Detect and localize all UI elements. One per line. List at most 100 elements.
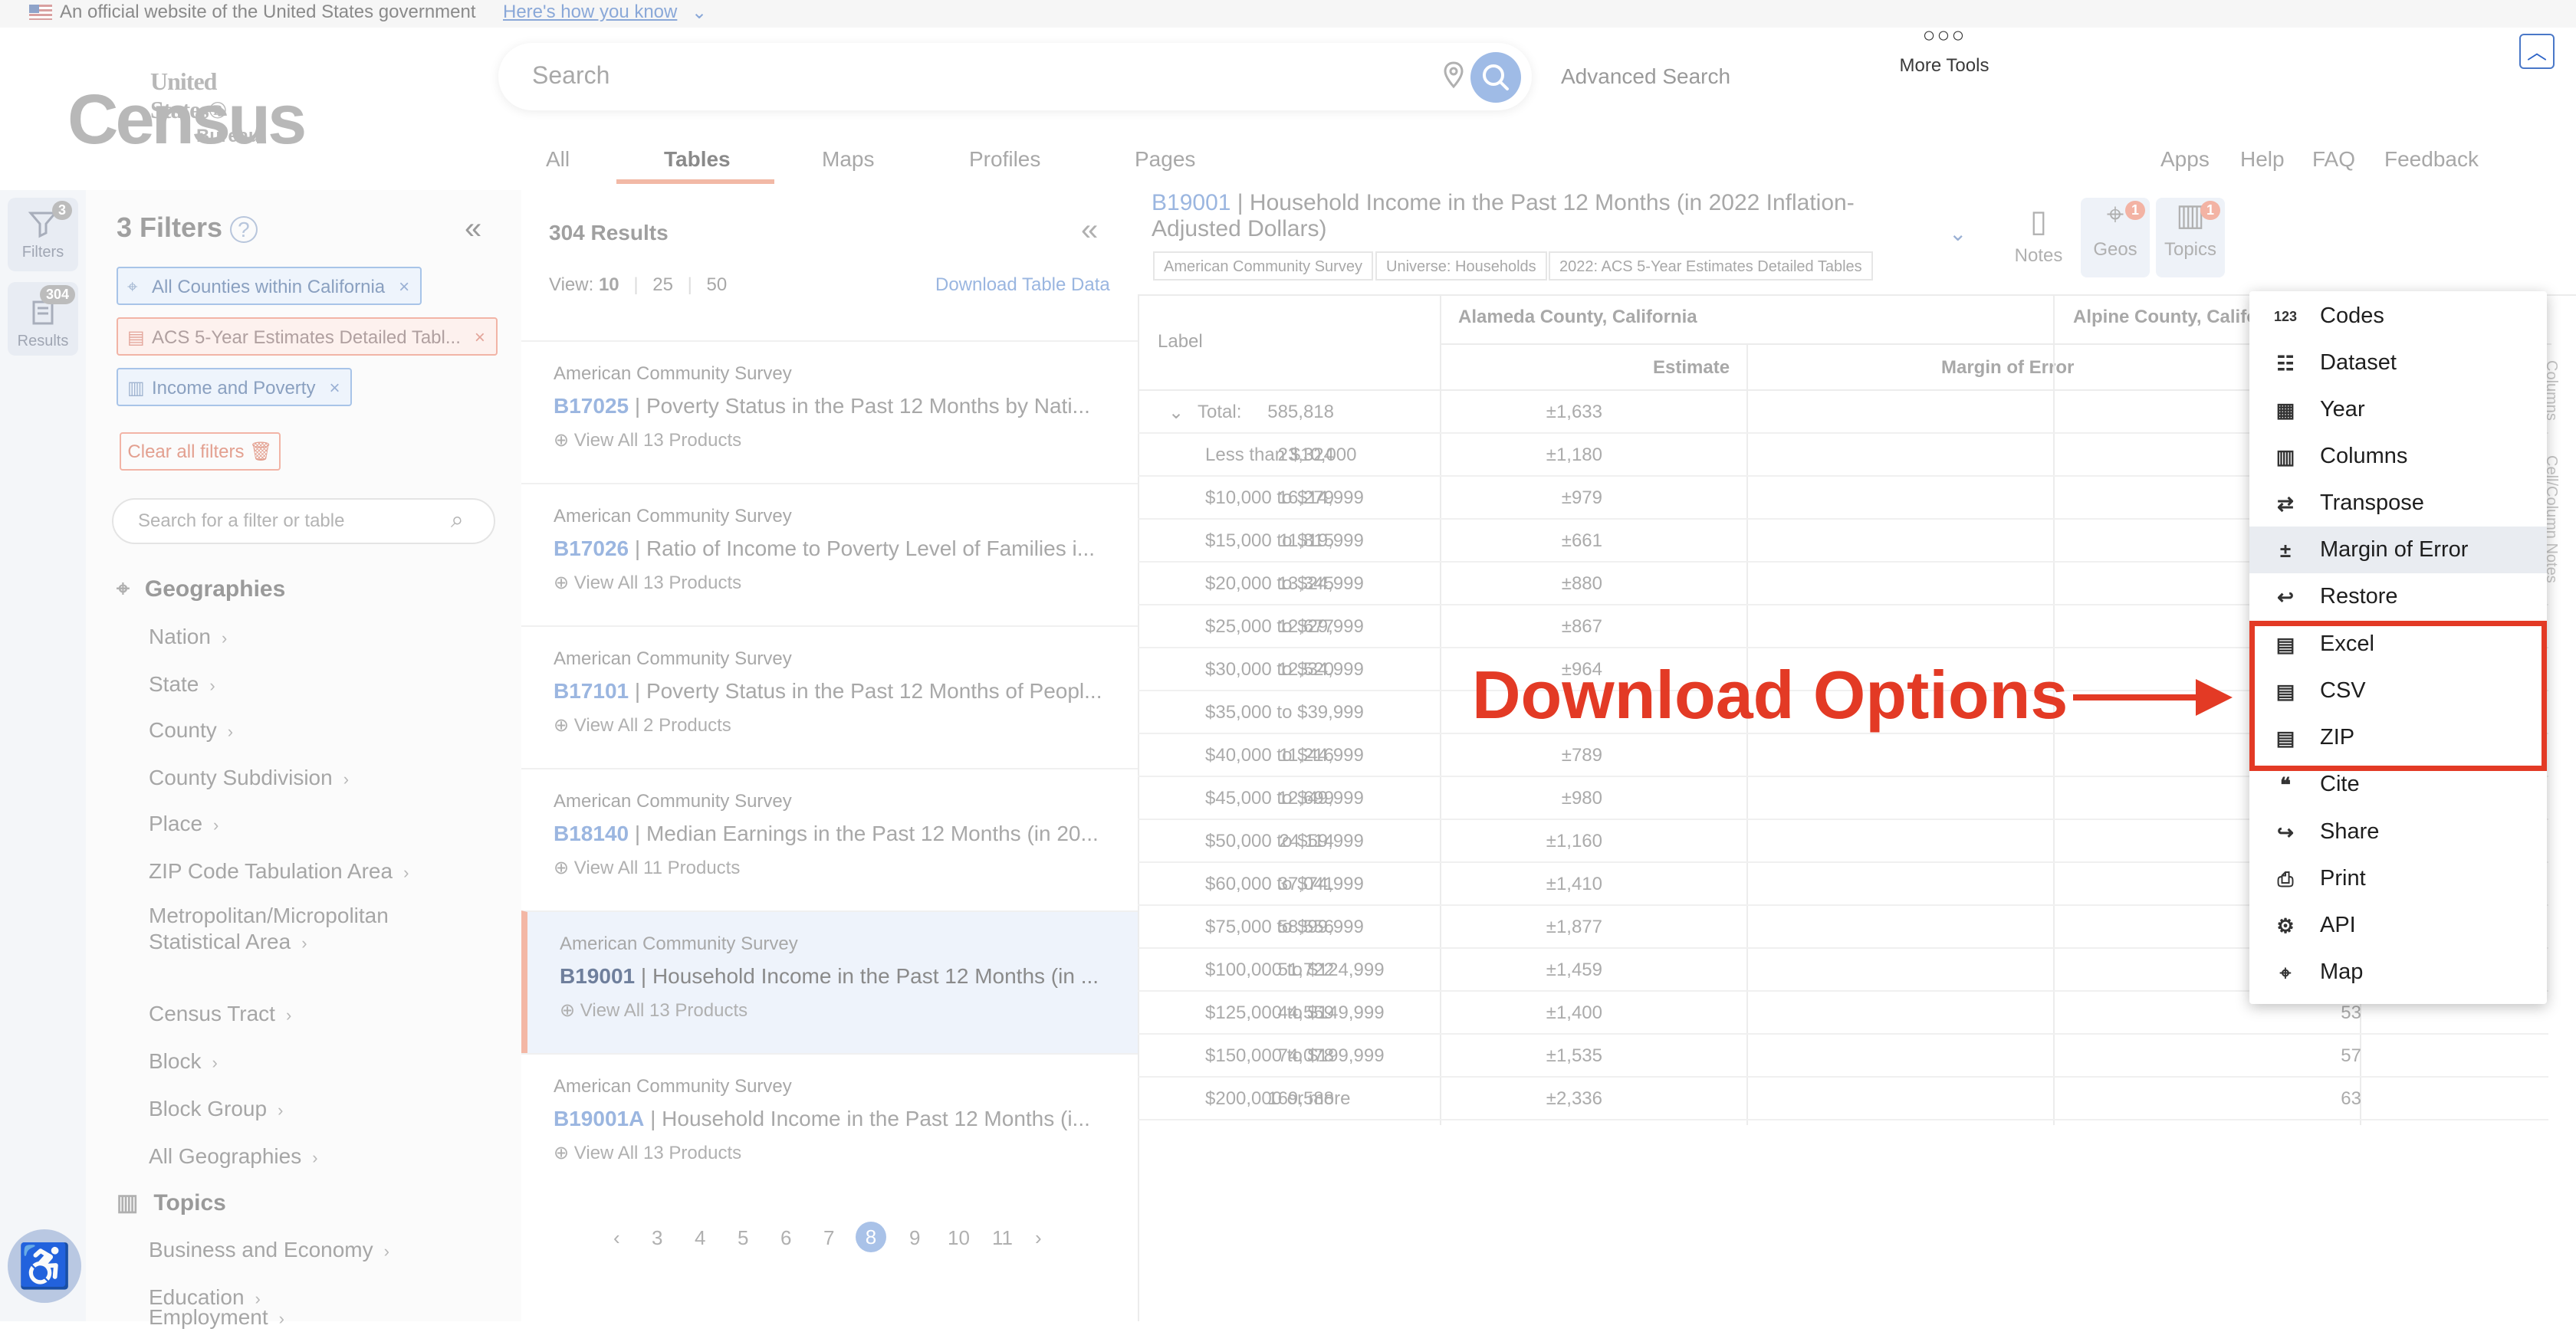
result-card-selected[interactable]: American Community Survey B19001 | House… (521, 910, 1138, 1053)
page-link[interactable]: 10 (948, 1226, 970, 1250)
menu-item-codes[interactable]: 123 Codes (2249, 293, 2547, 340)
menu-item-share[interactable]: ↪ Share (2249, 809, 2547, 855)
table-row[interactable]: $200,000 or more 169,588 ±2,336 63 (1138, 1078, 2548, 1120)
results-rail-button[interactable]: Results 304 (8, 282, 78, 356)
tab-maps[interactable]: Maps (822, 147, 874, 172)
geo-item-place[interactable]: Place › (149, 811, 219, 838)
tab-tables[interactable]: Tables (664, 147, 731, 172)
page-link[interactable]: 5 (738, 1226, 748, 1250)
result-card[interactable]: American Community Survey B19001A | Hous… (521, 1053, 1138, 1196)
page-link[interactable]: 3 (652, 1226, 662, 1250)
view-all-products-link[interactable]: ⊕ View All 13 Products (554, 1142, 741, 1164)
current-page[interactable]: 8 (856, 1222, 886, 1252)
notes-button[interactable]: ▯ Notes (2004, 204, 2073, 267)
chevron-down-icon[interactable]: ⌄ (692, 2, 707, 24)
remove-chip-icon[interactable]: × (475, 327, 485, 348)
topic-item-business[interactable]: Business and Economy › (149, 1237, 389, 1265)
feedback-link[interactable]: Feedback (2384, 147, 2479, 172)
result-title[interactable]: B19001 | Household Income in the Past 12… (560, 964, 1127, 989)
menu-item-api[interactable]: ⚙ API (2249, 902, 2547, 949)
tab-all[interactable]: All (546, 147, 570, 172)
faq-link[interactable]: FAQ (2312, 147, 2355, 172)
topics-heading[interactable]: ▥ Topics (117, 1189, 226, 1216)
menu-item-map[interactable]: ⌖ Map (2249, 949, 2547, 996)
geo-item-county-subdivision[interactable]: County Subdivision › (149, 765, 349, 792)
remove-chip-icon[interactable]: × (399, 277, 409, 297)
geo-item-census-tract[interactable]: Census Tract › (149, 1001, 291, 1029)
filter-chip-dataset[interactable]: ▤ ACS 5-Year Estimates Detailed Tabl... × (117, 317, 498, 356)
prev-page-icon[interactable]: ‹ (613, 1226, 620, 1250)
next-page-icon[interactable]: › (1035, 1226, 1042, 1250)
geo-item-county[interactable]: County › (149, 717, 233, 745)
geo-item-zcta[interactable]: ZIP Code Tabulation Area › (149, 858, 409, 886)
search-button[interactable] (1470, 52, 1521, 103)
view-option-10[interactable]: 10 (599, 274, 619, 295)
geo-item-metro[interactable]: Metropolitan/Micropolitan Statistical Are… (149, 903, 389, 956)
menu-item-transpose[interactable]: ⇄ Transpose (2249, 480, 2547, 527)
view-all-products-link[interactable]: ⊕ View All 13 Products (554, 572, 741, 594)
filter-search-input[interactable]: Search for a filter or table ⌕ (112, 498, 495, 544)
location-pin-icon[interactable] (1443, 61, 1466, 89)
help-link[interactable]: Help (2240, 147, 2285, 172)
more-tools-button[interactable]: ○○○ More Tools (1891, 23, 1998, 77)
page-link[interactable]: 4 (695, 1226, 705, 1250)
page-link[interactable]: 9 (909, 1226, 920, 1250)
result-card[interactable]: American Community Survey B17026 | Ratio… (521, 483, 1138, 625)
clear-all-filters-button[interactable]: Clear all filters 🗑 (120, 432, 281, 471)
filters-rail-button[interactable]: Filters 3 (8, 198, 78, 271)
census-logo[interactable]: United States® Census Bureau (67, 64, 307, 159)
menu-item-dataset[interactable]: ☷ Dataset (2249, 340, 2547, 386)
tab-pages[interactable]: Pages (1135, 147, 1195, 172)
tag-universe[interactable]: Universe: Households (1375, 251, 1547, 281)
view-all-products-link[interactable]: ⊕ View All 13 Products (560, 999, 748, 1022)
geo-item-all[interactable]: All Geographies › (149, 1143, 318, 1171)
remove-chip-icon[interactable]: × (329, 378, 340, 399)
table-row[interactable]: $150,000 to $199,999 74,078 ±1,535 57 (1138, 1035, 2548, 1078)
page-link[interactable]: 11 (992, 1226, 1013, 1250)
search-bar[interactable]: Search (498, 43, 1532, 110)
collapse-results-icon[interactable]: « (1081, 213, 1098, 248)
result-title[interactable]: B19001A | Household Income in the Past 1… (554, 1107, 1121, 1131)
geos-button[interactable]: ⌖ Geos 1 (2081, 198, 2150, 277)
result-card[interactable]: American Community Survey B17025 | Pover… (521, 340, 1138, 483)
view-option-50[interactable]: 50 (707, 274, 728, 295)
menu-item-year[interactable]: ▦ Year (2249, 386, 2547, 433)
page-link[interactable]: 7 (823, 1226, 834, 1250)
view-option-25[interactable]: 25 (652, 274, 673, 295)
geo-item-block-group[interactable]: Block Group › (149, 1096, 283, 1124)
filter-chip-topic[interactable]: ▥ Income and Poverty × (117, 368, 353, 406)
result-title[interactable]: B17101 | Poverty Status in the Past 12 M… (554, 679, 1121, 704)
collapse-filters-icon[interactable]: « (465, 212, 481, 246)
help-icon[interactable]: ? (230, 216, 258, 243)
tag-survey[interactable]: American Community Survey (1153, 251, 1373, 281)
result-card[interactable]: American Community Survey B17101 | Pover… (521, 625, 1138, 768)
result-title[interactable]: B17026 | Ratio of Income to Poverty Leve… (554, 536, 1121, 561)
menu-item-print[interactable]: ⎙ Print (2249, 855, 2547, 902)
view-all-products-link[interactable]: ⊕ View All 2 Products (554, 714, 731, 737)
chevron-down-icon[interactable]: ⌄ (1949, 221, 1967, 246)
collapse-header-button[interactable]: ︿ (2519, 34, 2555, 69)
how-you-know-link[interactable]: Here's how you know (503, 2, 677, 23)
accessibility-button[interactable]: ♿ (8, 1229, 81, 1303)
search-input[interactable]: Search (532, 61, 610, 90)
result-card[interactable]: American Community Survey B18140 | Media… (521, 768, 1138, 910)
topics-button[interactable]: ▥ Topics 1 (2156, 198, 2225, 277)
menu-item-columns[interactable]: ▥ Columns (2249, 433, 2547, 480)
geo-item-state[interactable]: State › (149, 671, 215, 699)
topic-item-employment[interactable]: Employment › (149, 1304, 284, 1332)
filter-chip-geography[interactable]: ⌖ All Counties within California × (117, 267, 422, 305)
page-link[interactable]: 6 (780, 1226, 791, 1250)
view-all-products-link[interactable]: ⊕ View All 11 Products (554, 857, 740, 879)
tag-product[interactable]: 2022: ACS 5-Year Estimates Detailed Tabl… (1549, 251, 1873, 281)
tab-profiles[interactable]: Profiles (969, 147, 1040, 172)
download-table-data-link[interactable]: Download Table Data (935, 274, 1110, 296)
advanced-search-link[interactable]: Advanced Search (1561, 64, 1730, 89)
view-all-products-link[interactable]: ⊕ View All 13 Products (554, 429, 741, 451)
geographies-heading[interactable]: ⌖ Geographies (117, 576, 285, 602)
geo-item-block[interactable]: Block › (149, 1048, 218, 1076)
menu-item-margin-of-error[interactable]: ± Margin of Error (2249, 527, 2547, 573)
result-title[interactable]: B18140 | Median Earnings in the Past 12 … (554, 822, 1121, 846)
apps-link[interactable]: Apps (2160, 147, 2210, 172)
geo-item-nation[interactable]: Nation › (149, 624, 227, 651)
menu-item-restore[interactable]: ↩ Restore (2249, 573, 2547, 620)
